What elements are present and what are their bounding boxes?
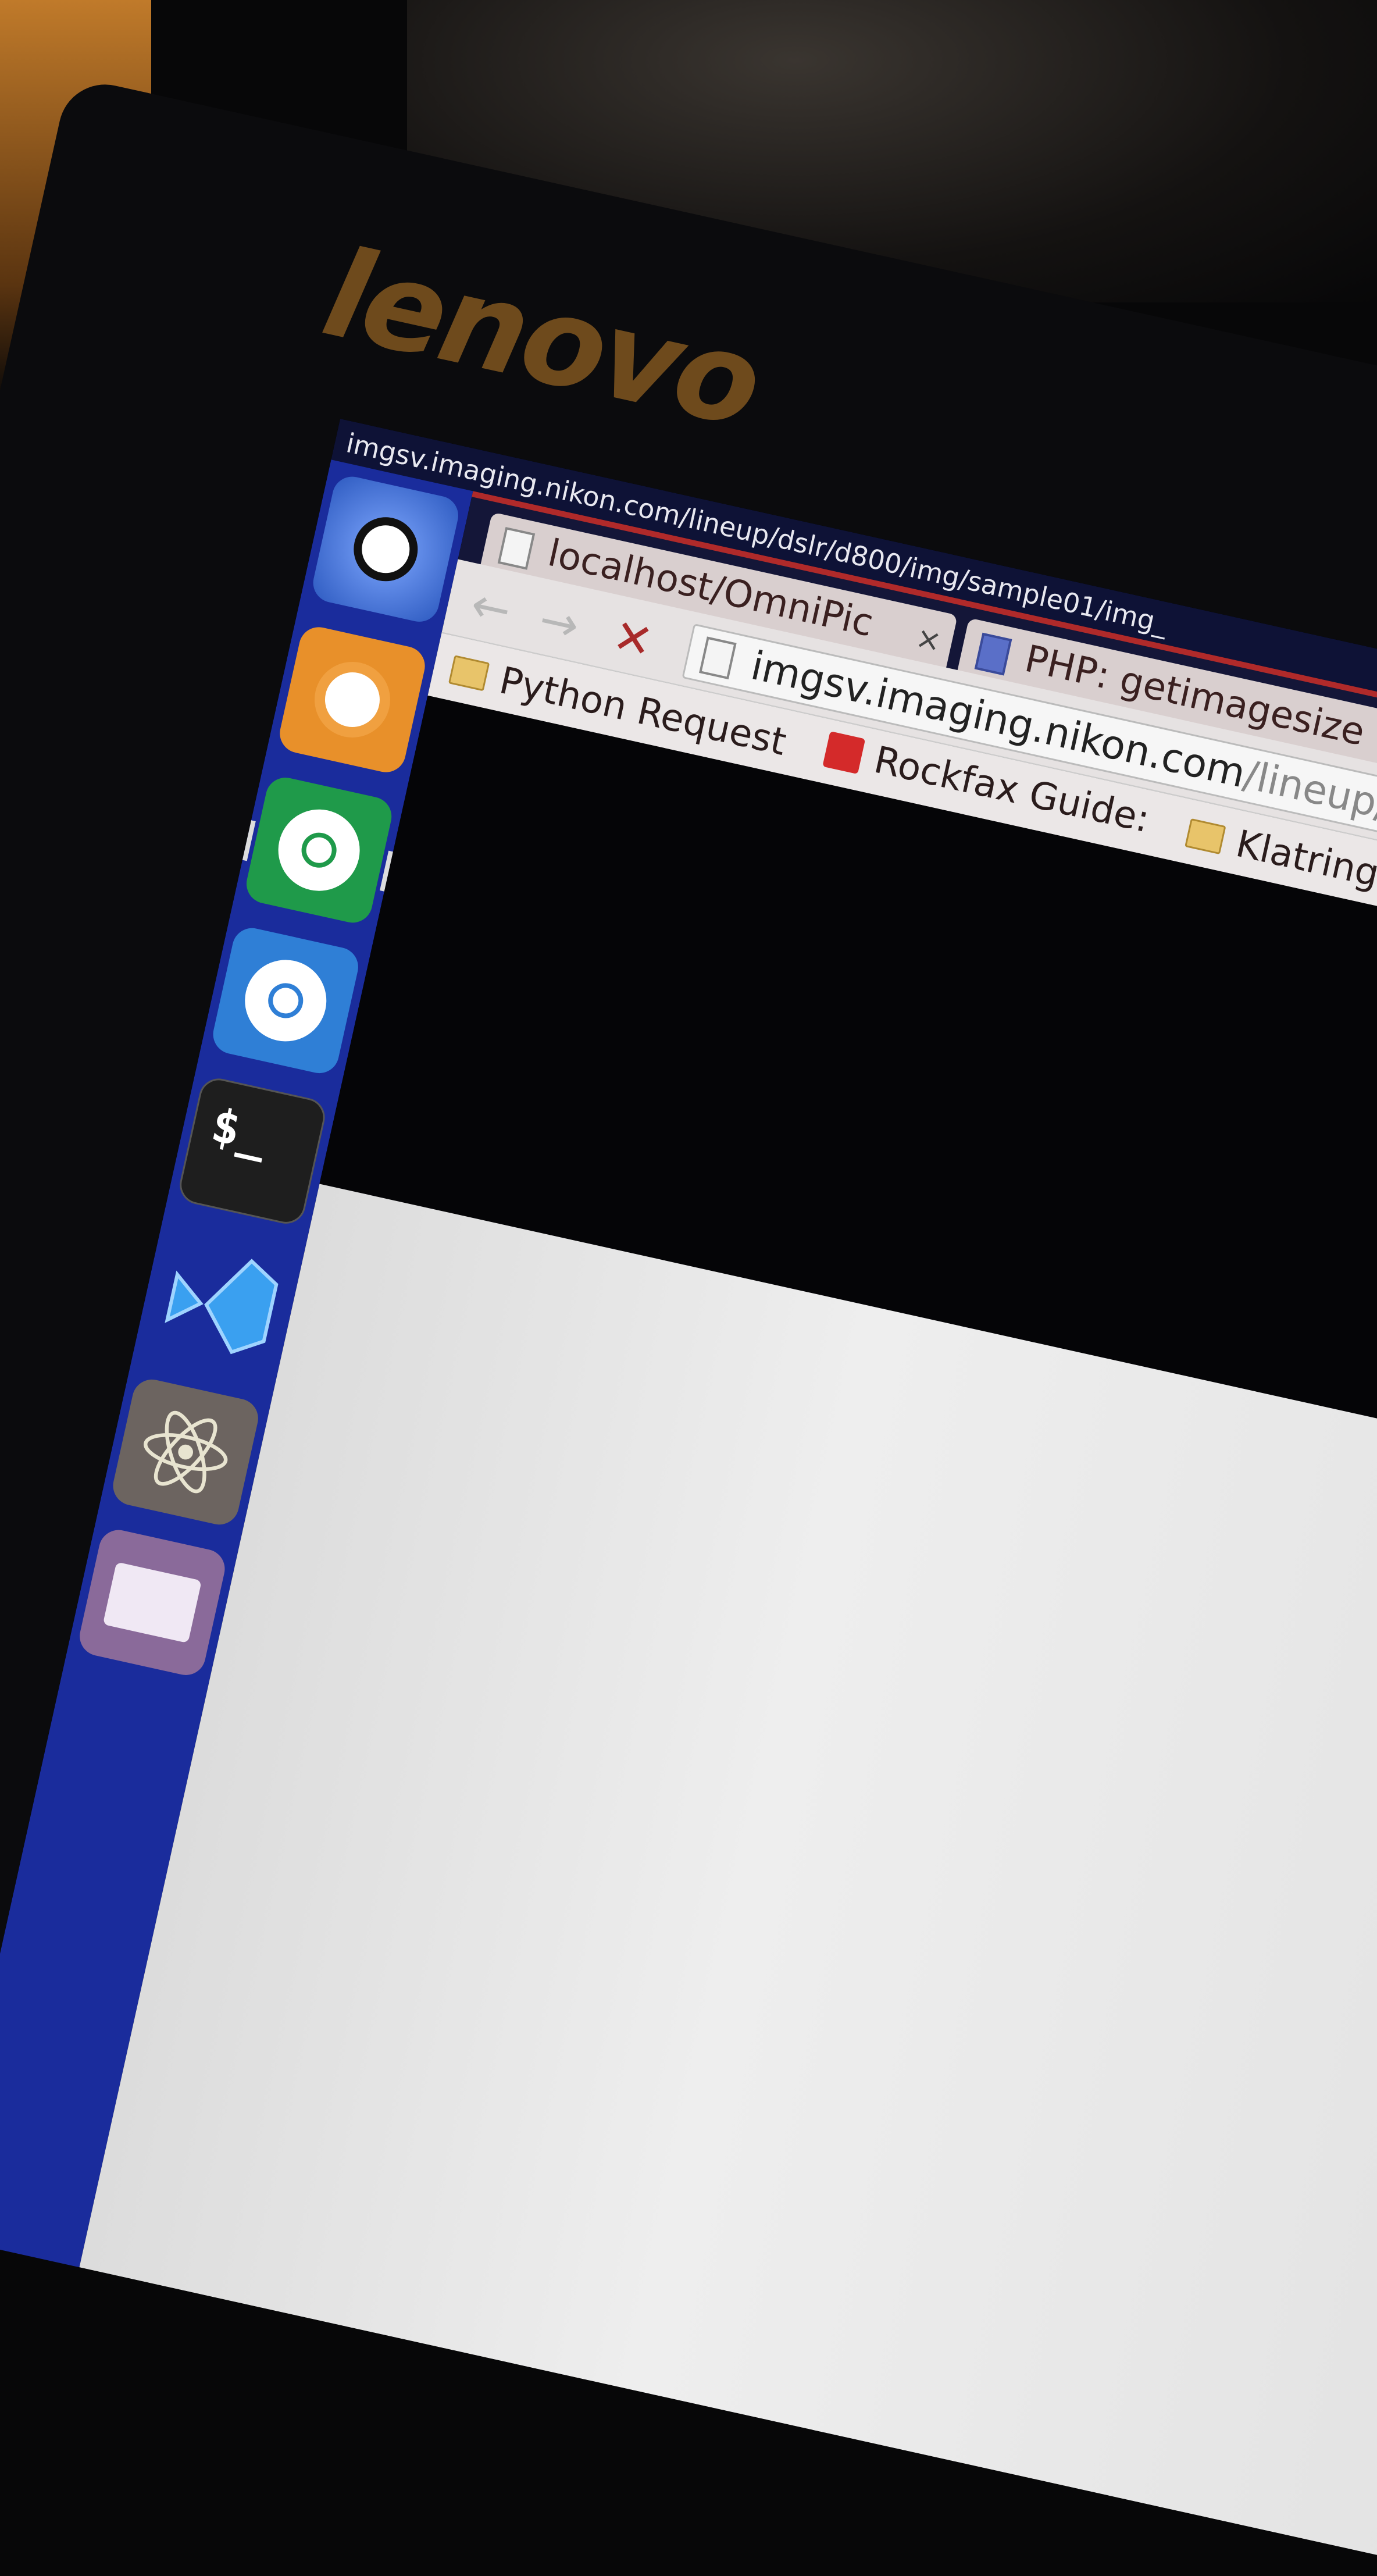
forward-button[interactable]: → [534,592,584,653]
tab-close-button[interactable]: × [912,620,945,660]
atom-icon[interactable] [109,1376,262,1529]
folder-icon[interactable] [76,1526,229,1679]
page-content-image [79,1184,1377,2576]
firefox-icon[interactable] [276,623,429,776]
stop-button[interactable]: ✕ [608,608,658,669]
rockfax-icon [822,731,865,774]
chromium-icon[interactable] [209,924,362,1077]
ubuntu-logo-icon[interactable] [309,473,462,626]
page-icon [497,526,536,570]
folder-icon [448,655,490,692]
folder-icon [1185,818,1226,855]
back-button[interactable]: ← [466,577,516,638]
terminal-glyph: $_ [206,1098,273,1163]
chrome-icon[interactable] [242,774,395,927]
terminal-icon[interactable]: $_ [176,1074,329,1228]
vscode-icon[interactable] [142,1225,295,1378]
php-favicon-icon [974,632,1012,676]
page-icon [699,636,737,680]
